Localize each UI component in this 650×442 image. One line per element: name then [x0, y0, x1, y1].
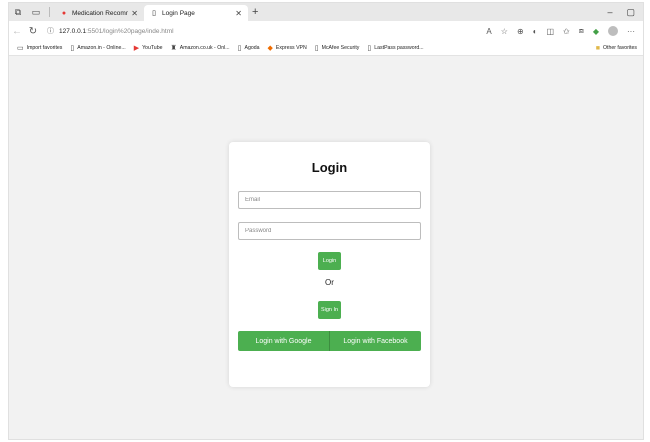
favorite-item[interactable]: ▭ Import favorites [17, 44, 62, 52]
shield-icon[interactable]: ◆ [593, 27, 599, 36]
page-icon: ▯ [314, 45, 319, 52]
favorite-label: YouTube [142, 45, 163, 51]
folder-icon: ■ [595, 44, 600, 52]
favorite-star-icon[interactable]: ☆ [501, 27, 508, 36]
login-with-google-button[interactable]: Login with Google [238, 331, 330, 351]
new-tab-button[interactable]: + [252, 6, 258, 18]
url-host: 127.0.0.1 [59, 27, 87, 35]
page-icon: ▯ [152, 10, 156, 17]
favorite-label: Agoda [244, 45, 260, 51]
read-aloud-icon[interactable]: A [486, 27, 491, 36]
import-icon: ▭ [17, 45, 24, 52]
workspaces-icon[interactable]: ⧉ [9, 3, 27, 21]
signin-button[interactable]: Sign In [318, 301, 341, 319]
favorite-item[interactable]: ▯ LastPass password... [367, 44, 423, 52]
close-icon[interactable]: ✕ [131, 9, 138, 18]
favorite-label: Amazon.in - Online... [77, 45, 126, 51]
tab-medication[interactable]: ● Medication Recommendati ✕ [54, 5, 144, 21]
favorites-icon[interactable]: ✩ [563, 27, 570, 36]
other-favorites-label: Other favorites [602, 45, 637, 51]
info-icon[interactable]: ⓘ [47, 26, 54, 36]
url-path: :5501/login%20page/inde.html [86, 27, 174, 35]
tab-separator [49, 7, 50, 17]
youtube-icon: ▶ [133, 45, 140, 52]
address-bar: ← ↻ ⓘ 127.0.0.1:5501/login%20page/inde.h… [9, 21, 643, 41]
email-input[interactable] [238, 191, 421, 209]
favorite-item[interactable]: ♜ Amazon.co.uk - Onl... [170, 44, 229, 52]
back-arrow-icon[interactable]: ← [9, 26, 25, 37]
refresh-alt-icon[interactable]: ◐ [533, 27, 538, 36]
favorite-item[interactable]: ◆ Express VPN [268, 44, 307, 52]
tab-strip: ⧉ ▭ ● Medication Recommendati ✕ ▯ Login … [9, 3, 643, 21]
vpn-icon: ◆ [267, 45, 273, 52]
tab-label: Login Page [162, 9, 195, 17]
other-favorites[interactable]: ■ Other favorites [596, 45, 637, 52]
close-icon[interactable]: ✕ [235, 9, 242, 18]
favorite-label: Amazon.co.uk - Onl... [179, 45, 230, 51]
favorite-item[interactable]: ▯ Amazon.in - Online... [70, 44, 125, 52]
window-controls: – ▢ [607, 7, 643, 18]
or-separator: Or [325, 278, 334, 287]
login-title: Login [311, 160, 348, 175]
login-card: Login Login Or Sign In Login with Google… [229, 142, 430, 387]
favorite-item[interactable]: ▯ McAfee Security [315, 44, 360, 52]
profile-avatar[interactable] [608, 26, 618, 36]
favorite-label: Express VPN [275, 45, 307, 51]
red-record-icon: ● [61, 9, 67, 17]
favorites-bar: ▭ Import favorites ▯ Amazon.in - Online...… [9, 41, 643, 56]
favorite-item[interactable]: ▯ Agoda [238, 44, 260, 52]
amazon-icon: ♜ [170, 45, 177, 52]
restore-button[interactable]: ▢ [626, 7, 635, 18]
page-icon: ▯ [367, 45, 372, 52]
page-icon: ▯ [237, 45, 242, 52]
password-input[interactable] [238, 222, 421, 240]
favorite-item[interactable]: ▶ YouTube [134, 44, 163, 52]
minimize-button[interactable]: – [607, 7, 612, 18]
more-icon[interactable]: ··· [627, 27, 635, 36]
refresh-icon[interactable]: ↻ [25, 26, 41, 37]
collections-icon[interactable]: ⧈ [579, 26, 584, 36]
favorite-label: Import favorites [26, 45, 63, 51]
url-field[interactable]: ⓘ 127.0.0.1:5501/login%20page/inde.html [47, 26, 174, 36]
page-content: Login Login Or Sign In Login with Google… [9, 56, 643, 439]
social-login-row: Login with Google Login with Facebook [238, 331, 421, 351]
favorite-label: LastPass password... [374, 45, 424, 51]
extension-icon[interactable]: ⊕ [517, 27, 524, 36]
tab-label: Medication Recommendati [72, 9, 128, 17]
tab-login-page[interactable]: ▯ Login Page ✕ [144, 5, 248, 21]
login-with-facebook-button[interactable]: Login with Facebook [330, 331, 421, 351]
browser-window: ⧉ ▭ ● Medication Recommendati ✕ ▯ Login … [8, 2, 644, 440]
tab-actions-icon[interactable]: ▭ [27, 3, 45, 21]
page-icon: ▯ [70, 45, 75, 52]
favorite-label: McAfee Security [321, 45, 360, 51]
toolbar-icons: A ☆ ⊕ ◐ ◫ ✩ ⧈ ◆ ··· [486, 26, 643, 36]
login-button[interactable]: Login [318, 252, 341, 270]
split-screen-icon[interactable]: ◫ [546, 27, 554, 36]
